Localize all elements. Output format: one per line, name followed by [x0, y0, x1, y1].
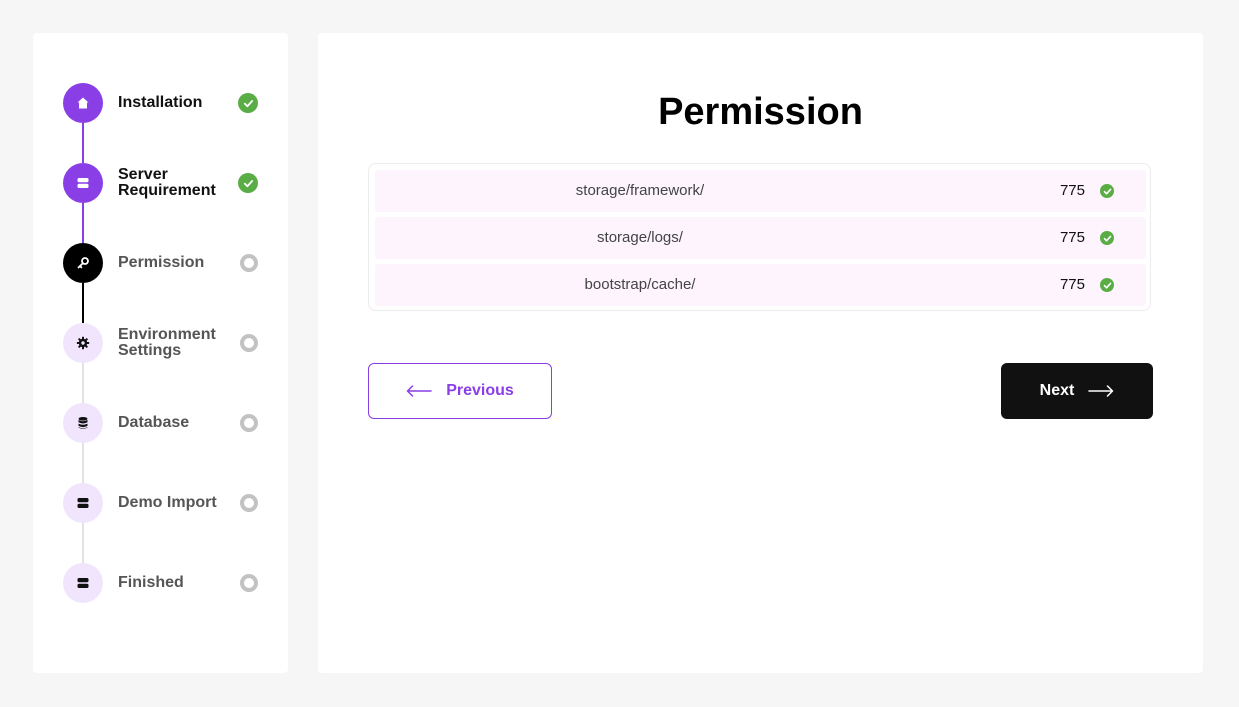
check-icon	[1100, 231, 1114, 245]
permission-value: 775	[1059, 276, 1085, 293]
step-connector	[82, 363, 84, 403]
check-icon	[1100, 278, 1114, 292]
step-label: Demo Import	[118, 494, 217, 511]
permission-value: 775	[1059, 182, 1085, 199]
main-panel: Permission storage/framework/ 775 storag…	[318, 33, 1203, 673]
server-icon	[63, 563, 103, 603]
step-connector	[82, 283, 84, 323]
next-button[interactable]: Next	[1001, 363, 1153, 419]
check-icon	[238, 93, 258, 113]
server-icon	[63, 163, 103, 203]
permission-row: storage/logs/ 775	[375, 217, 1146, 259]
check-icon	[238, 173, 258, 193]
step-database[interactable]: Database	[63, 403, 263, 443]
home-icon	[63, 83, 103, 123]
step-label: Finished	[118, 574, 184, 591]
step-server-requirement[interactable]: Server Requirement	[63, 163, 263, 203]
step-label: Installation	[118, 94, 203, 111]
step-label: Environment Settings	[118, 326, 216, 359]
permissions-list: storage/framework/ 775 storage/logs/ 775…	[368, 163, 1151, 311]
permission-path: bootstrap/cache/	[584, 276, 696, 293]
step-label: Server Requirement	[118, 166, 216, 199]
step-demo-import[interactable]: Demo Import	[63, 483, 263, 523]
step-connector	[82, 123, 84, 163]
permission-path: storage/framework/	[575, 182, 705, 199]
step-permission[interactable]: Permission	[63, 243, 263, 283]
pending-icon	[240, 254, 258, 272]
arrow-right-icon	[1088, 385, 1114, 397]
step-connector	[82, 203, 84, 243]
step-finished[interactable]: Finished	[63, 563, 263, 603]
page-title: Permission	[658, 91, 863, 133]
steps-sidebar: Installation Server Requirement Permissi…	[33, 33, 288, 673]
previous-button[interactable]: Previous	[368, 363, 552, 419]
pending-icon	[240, 494, 258, 512]
step-installation[interactable]: Installation	[63, 83, 263, 123]
database-icon	[63, 403, 103, 443]
previous-label: Previous	[446, 382, 514, 399]
pending-icon	[240, 574, 258, 592]
permission-value: 775	[1059, 229, 1085, 246]
permission-row: storage/framework/ 775	[375, 170, 1146, 212]
step-connector	[82, 523, 84, 563]
step-environment-settings[interactable]: Environment Settings	[63, 323, 263, 363]
check-icon	[1100, 184, 1114, 198]
step-label: Database	[118, 414, 190, 431]
server-icon	[63, 483, 103, 523]
permission-row: bootstrap/cache/ 775	[375, 264, 1146, 306]
next-label: Next	[1039, 382, 1075, 399]
arrow-left-icon	[406, 385, 432, 397]
permission-path: storage/logs/	[597, 229, 683, 246]
pending-icon	[240, 414, 258, 432]
key-icon	[63, 243, 103, 283]
step-connector	[82, 443, 84, 483]
pending-icon	[240, 334, 258, 352]
step-label: Permission	[118, 254, 205, 271]
gear-icon	[63, 323, 103, 363]
